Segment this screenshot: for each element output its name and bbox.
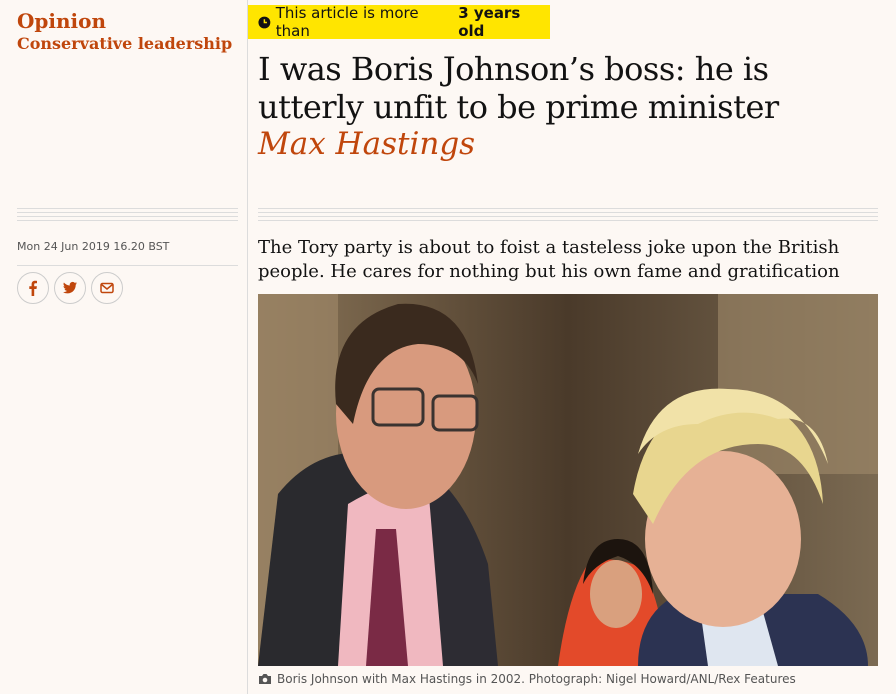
facebook-icon — [29, 280, 37, 296]
twitter-icon — [63, 281, 77, 294]
banner-text: This article is more than — [275, 4, 419, 40]
section-link[interactable]: Opinion — [17, 9, 106, 33]
article-photo — [258, 294, 878, 666]
photo-caption: Boris Johnson with Max Hastings in 2002.… — [258, 672, 796, 686]
headline: I was Boris Johnson’s boss: he is utterl… — [258, 50, 779, 126]
divider-rules — [17, 208, 238, 224]
banner-age: 3 years old — [458, 4, 521, 40]
divider — [17, 265, 238, 266]
camera-icon — [259, 674, 271, 684]
share-twitter-button[interactable] — [54, 272, 86, 304]
share-email-button[interactable] — [91, 272, 123, 304]
article-age-banner: This article is more than 3 years old — [248, 4, 550, 40]
left-column: Opinion Conservative leadership Mon 24 J… — [0, 0, 248, 694]
series-link[interactable]: Conservative leadership — [17, 34, 232, 53]
email-icon — [100, 282, 114, 294]
clock-icon — [258, 16, 271, 28]
publish-date: Mon 24 Jun 2019 16.20 BST — [17, 240, 170, 253]
standfirst: The Tory party is about to foist a taste… — [258, 237, 840, 282]
caption-text: Boris Johnson with Max Hastings in 2002.… — [277, 672, 796, 686]
divider-rules — [258, 208, 878, 224]
byline-link[interactable]: Max Hastings — [258, 126, 475, 162]
share-facebook-button[interactable] — [17, 272, 49, 304]
photo-illustration — [258, 294, 878, 666]
